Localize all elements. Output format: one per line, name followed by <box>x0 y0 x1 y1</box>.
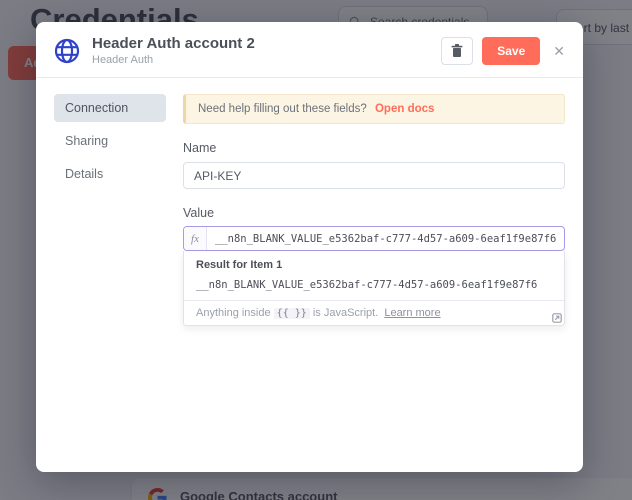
fx-prefix-icon: fx <box>184 227 207 250</box>
learn-more-link[interactable]: Learn more <box>384 307 440 319</box>
tab-details[interactable]: Details <box>54 160 166 188</box>
name-input[interactable] <box>183 162 565 189</box>
result-value: __n8n_BLANK_VALUE_e5362baf-c777-4d57-a60… <box>184 274 564 300</box>
value-field-label: Value <box>183 206 565 220</box>
modal-subtitle: Header Auth <box>92 54 429 66</box>
result-footer: Anything inside {{ }} is JavaScript. Lea… <box>184 300 564 325</box>
save-button[interactable]: Save <box>482 37 540 65</box>
name-field-label: Name <box>183 141 565 155</box>
modal-header: Header Auth account 2 Header Auth Save ✕ <box>36 22 583 78</box>
result-header: Result for Item 1 <box>184 251 564 274</box>
credential-modal: Header Auth account 2 Header Auth Save ✕… <box>36 22 583 472</box>
tab-connection[interactable]: Connection <box>54 94 166 122</box>
hint-text-pre: Anything inside <box>196 307 271 319</box>
modal-body: Connection Sharing Details Need help fil… <box>36 78 583 342</box>
value-expression-wrap: fx __n8n_BLANK_VALUE_e5362baf-c777-4d57-… <box>183 226 565 326</box>
hint-braces-code: {{ }} <box>274 308 310 319</box>
value-expression-input[interactable]: fx __n8n_BLANK_VALUE_e5362baf-c777-4d57-… <box>183 226 565 251</box>
modal-title: Header Auth account 2 <box>92 35 429 52</box>
globe-icon <box>54 38 80 64</box>
connection-panel: Need help filling out these fields? Open… <box>183 94 565 326</box>
expression-result-dropdown: Result for Item 1 __n8n_BLANK_VALUE_e536… <box>183 251 565 326</box>
modal-actions: Save ✕ <box>441 37 565 65</box>
hint-text-post: is JavaScript. <box>313 307 378 319</box>
delete-button[interactable] <box>441 37 473 65</box>
trash-icon <box>451 44 463 58</box>
modal-title-block: Header Auth account 2 Header Auth <box>92 35 429 66</box>
help-banner: Need help filling out these fields? Open… <box>183 94 565 124</box>
credentials-page: Credentials Sort by last updated Add cre… <box>0 0 632 500</box>
close-icon[interactable]: ✕ <box>553 44 565 58</box>
open-docs-link[interactable]: Open docs <box>375 103 434 115</box>
help-banner-text: Need help filling out these fields? <box>198 103 367 115</box>
expression-value[interactable]: __n8n_BLANK_VALUE_e5362baf-c777-4d57-a60… <box>207 227 564 250</box>
tab-sharing[interactable]: Sharing <box>54 127 166 155</box>
expand-expression-icon[interactable] <box>552 313 562 323</box>
modal-side-tabs: Connection Sharing Details <box>54 94 166 326</box>
